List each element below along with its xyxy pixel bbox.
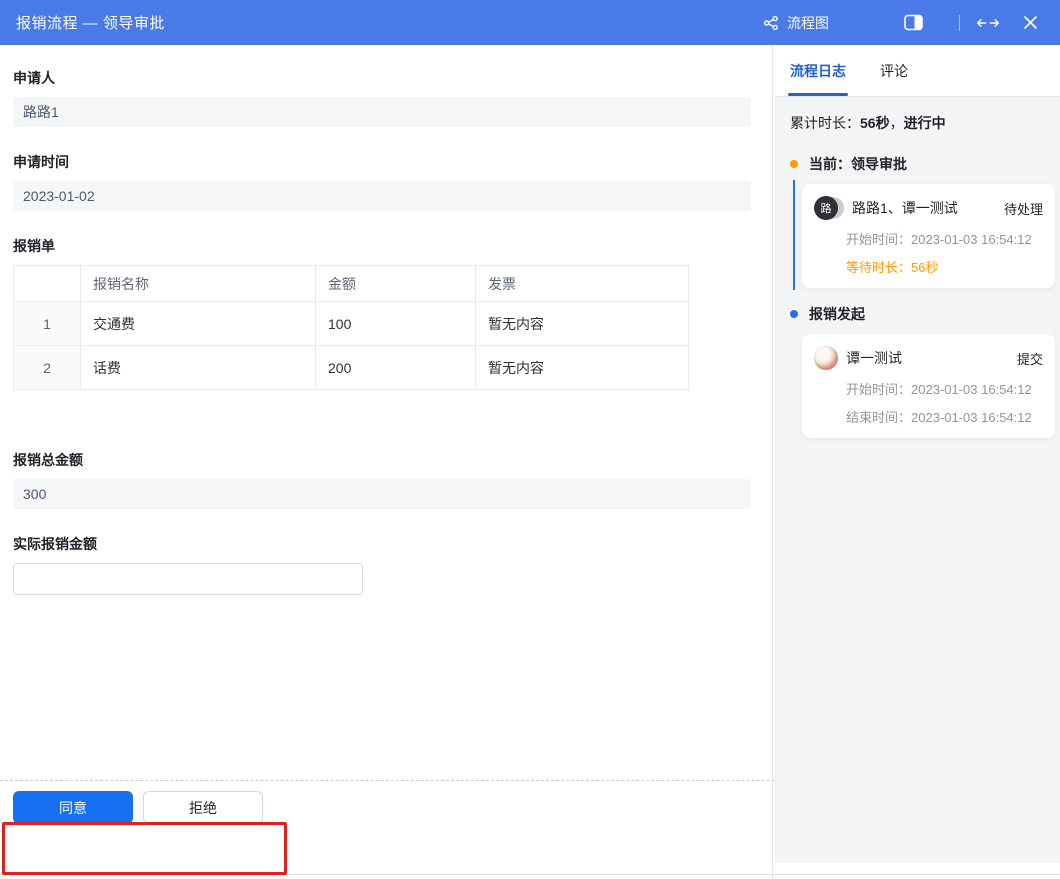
row-invoice-placeholder: 暂无内容 (476, 302, 689, 346)
apply-time-field (13, 181, 751, 211)
expense-table-header-row: 报销名称 金额 发票 (14, 266, 689, 302)
actual-amount-input[interactable] (13, 563, 363, 595)
process-panel: 流程日志 评论 累计时长：56秒，进行中 当前：领导审批 路 (774, 45, 1060, 879)
timeline-dot-orange (790, 160, 798, 168)
total-amount-field (13, 479, 751, 509)
table-row: 1 交通费 100 暂无内容 (14, 302, 689, 346)
initiation-card: 谭一测试 提交 开始时间：2023-01-03 16:54:12 结束时间：20… (802, 334, 1055, 438)
tab-comments[interactable]: 评论 (880, 45, 908, 96)
page-title: 报销流程 — 领导审批 (16, 12, 165, 33)
reject-button[interactable]: 拒绝 (143, 791, 263, 824)
tab-process-log[interactable]: 流程日志 (790, 45, 846, 96)
wait-duration-line: 等待时长：56秒 (814, 257, 1043, 276)
approval-drawer: 报销流程 — 领导审批 流程图 (0, 0, 1060, 879)
footer-actions: 同意 拒绝 (13, 791, 263, 824)
avatar: 路 (814, 196, 838, 220)
col-header-invoice: 发票 (476, 266, 689, 302)
row-invoice-placeholder: 暂无内容 (476, 346, 689, 390)
row-amount: 100 (316, 302, 476, 346)
status-in-progress: 进行中 (904, 115, 946, 131)
close-icon[interactable] (1018, 11, 1042, 35)
timeline-item-initiated: 报销发起 谭一测试 提交 开始时间：2023-01-03 16:54:12 结束… (790, 304, 1054, 438)
assignee-names: 路路1、谭一测试 (852, 198, 1004, 218)
row-index: 1 (14, 302, 81, 346)
toolbar-divider (959, 15, 960, 31)
timeline-head: 报销发起 (790, 304, 1054, 324)
actual-amount-label: 实际报销金额 (13, 534, 751, 554)
col-header-amount: 金额 (316, 266, 476, 302)
resize-horizontal-icon[interactable] (976, 11, 1000, 35)
expense-table: 报销名称 金额 发票 1 交通费 100 暂无内容 2 话费 200 暂无内容 (13, 265, 689, 390)
start-time-line: 开始时间：2023-01-03 16:54:12 (814, 379, 1043, 398)
card-header-row: 路 路路1、谭一测试 待处理 (814, 196, 1043, 220)
timeline-body: 路 路路1、谭一测试 待处理 开始时间：2023-01-03 16:54:12 … (790, 184, 1054, 288)
drawer-header: 报销流程 — 领导审批 流程图 (0, 0, 1060, 45)
process-log-body: 累计时长：56秒，进行中 当前：领导审批 路 路路1、谭一测试 (774, 97, 1060, 863)
applicant-field (13, 97, 751, 127)
applicant-label: 申请人 (13, 68, 751, 88)
duration-value: 56秒 (860, 115, 890, 131)
table-row: 2 话费 200 暂无内容 (14, 346, 689, 390)
sidebar-toggle-icon[interactable] (901, 11, 925, 35)
row-expense-name: 话费 (81, 346, 316, 390)
approval-card: 路 路路1、谭一测试 待处理 开始时间：2023-01-03 16:54:12 … (802, 184, 1055, 288)
status-badge: 提交 (1017, 349, 1043, 368)
timeline-title: 报销发起 (809, 304, 865, 324)
apply-time-label: 申请时间 (13, 152, 751, 172)
row-index: 2 (14, 346, 81, 390)
start-time-line: 开始时间：2023-01-03 16:54:12 (814, 229, 1043, 248)
timeline-dot-blue (790, 310, 798, 318)
col-header-index (14, 266, 81, 302)
end-time-line: 结束时间：2023-01-03 16:54:12 (814, 407, 1043, 426)
initiator-name: 谭一测试 (846, 348, 1017, 368)
row-expense-name: 交通费 (81, 302, 316, 346)
card-header-row: 谭一测试 提交 (814, 346, 1043, 370)
timeline-head: 当前：领导审批 (790, 154, 1054, 174)
approve-button[interactable]: 同意 (13, 791, 133, 824)
timeline-body: 谭一测试 提交 开始时间：2023-01-03 16:54:12 结束时间：20… (790, 334, 1054, 438)
share-icon (762, 14, 780, 32)
flowchart-button[interactable]: 流程图 (762, 13, 829, 33)
avatar (814, 346, 838, 370)
window-bottom-edge (0, 874, 1060, 875)
form-area: 申请人 申请时间 报销单 报销名称 金额 发票 1 交通费 100 暂无内容 (0, 45, 773, 879)
flowchart-label: 流程图 (787, 13, 829, 33)
total-amount-label: 报销总金额 (13, 450, 751, 470)
status-badge: 待处理 (1004, 199, 1043, 218)
panel-tabbar: 流程日志 评论 (774, 45, 1060, 97)
avatar-stack: 路 (814, 196, 844, 220)
timeline-item-current: 当前：领导审批 路 路路1、谭一测试 待处理 开始时间：2023-01-03 1… (790, 154, 1054, 288)
expense-table-label: 报销单 (13, 236, 751, 256)
row-amount: 200 (316, 346, 476, 390)
timeline-title: 当前：领导审批 (809, 154, 907, 174)
duration-summary: 累计时长：56秒，进行中 (790, 113, 1054, 133)
col-header-name: 报销名称 (81, 266, 316, 302)
header-toolbar: 流程图 (762, 11, 1042, 35)
